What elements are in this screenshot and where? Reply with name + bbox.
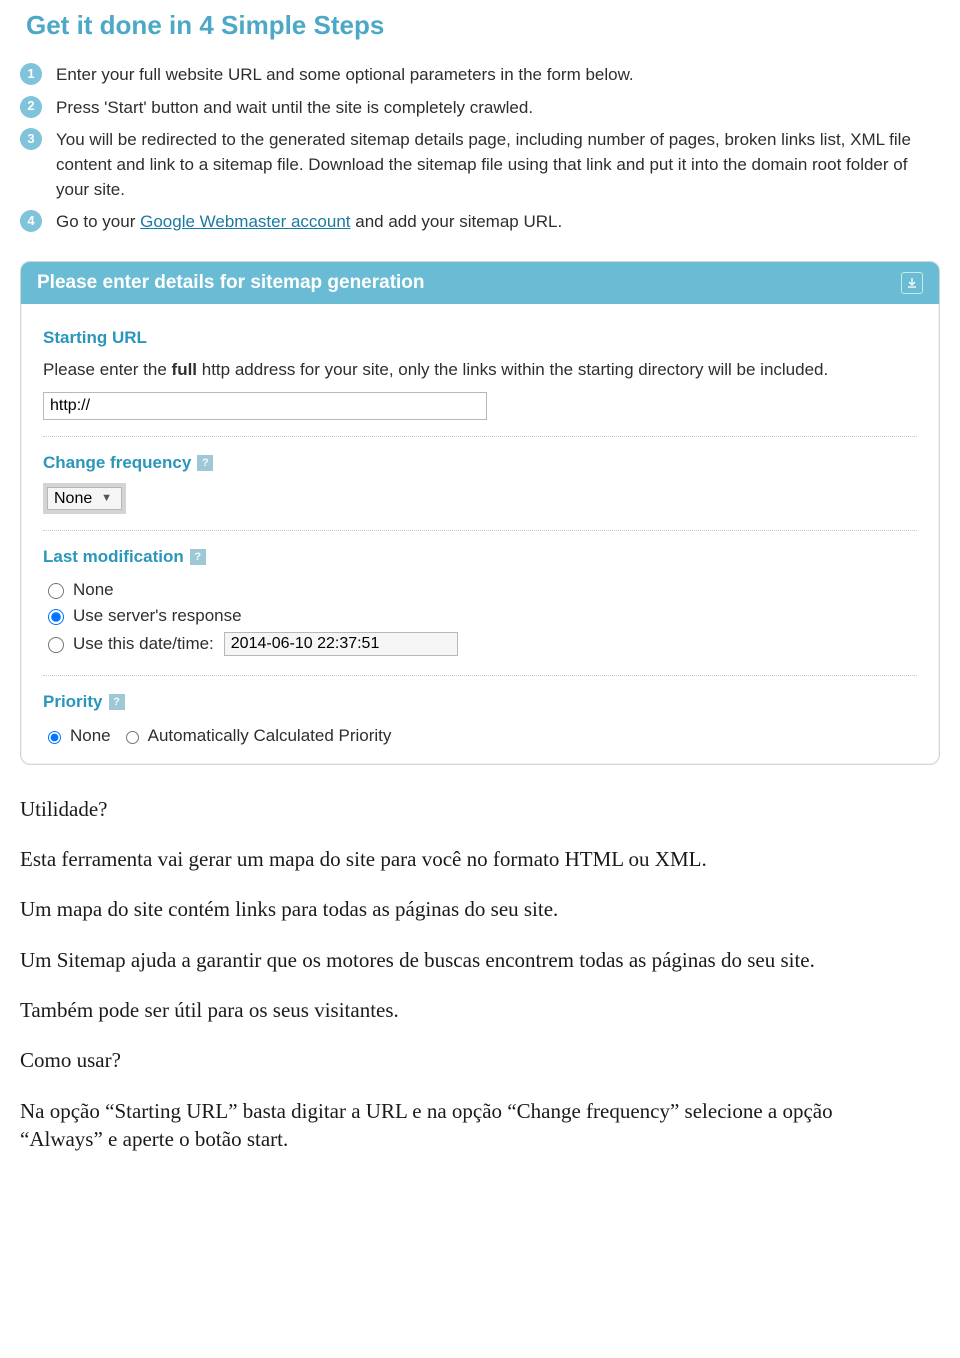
priority-radio-auto[interactable]	[126, 731, 139, 744]
lastmod-server-label: Use server's response	[73, 606, 242, 626]
lastmod-date-input[interactable]	[224, 632, 458, 656]
article-p7: Na opção “Starting URL” basta digitar a …	[20, 1097, 920, 1154]
article-body: Utilidade? Esta ferramenta vai gerar um …	[20, 795, 940, 1206]
starting-url-label: Starting URL	[43, 328, 917, 348]
lastmod-date-label: Use this date/time:	[73, 634, 214, 654]
starting-url-input[interactable]	[43, 392, 487, 420]
starting-url-label-text: Starting URL	[43, 328, 147, 348]
last-modification-label: Last modification ?	[43, 547, 917, 567]
step-number-4: 4	[20, 210, 42, 232]
step-4-prefix: Go to your	[56, 212, 140, 231]
priority-none-option[interactable]: None	[43, 726, 111, 746]
priority-label-text: Priority	[43, 692, 103, 712]
step-4-suffix: and add your sitemap URL.	[351, 212, 563, 231]
article-p5: Também pode ser útil para os seus visita…	[20, 996, 920, 1024]
article-p6: Como usar?	[20, 1046, 920, 1074]
priority-auto-label: Automatically Calculated Priority	[148, 726, 392, 746]
steps-list: 1 Enter your full website URL and some op…	[20, 59, 940, 239]
article-p2: Esta ferramenta vai gerar um mapa do sit…	[20, 845, 920, 873]
lastmod-radio-date[interactable]	[48, 637, 64, 653]
article-p4: Um Sitemap ajuda a garantir que os motor…	[20, 946, 920, 974]
change-frequency-select[interactable]: None	[47, 487, 122, 510]
priority-radio-none[interactable]	[48, 731, 61, 744]
lastmod-radio-none[interactable]	[48, 583, 64, 599]
divider	[43, 530, 917, 531]
help-icon[interactable]: ?	[190, 549, 206, 565]
priority-label: Priority ?	[43, 692, 917, 712]
sitemap-form-panel: Please enter details for sitemap generat…	[20, 261, 940, 765]
step-3: 3 You will be redirected to the generated…	[20, 124, 940, 206]
step-4: 4 Go to your Google Webmaster account an…	[20, 206, 940, 239]
help-icon[interactable]: ?	[197, 455, 213, 471]
lastmod-radio-server[interactable]	[48, 609, 64, 625]
step-1-text: Enter your full website URL and some opt…	[56, 65, 634, 84]
step-1: 1 Enter your full website URL and some op…	[20, 59, 940, 92]
panel-header: Please enter details for sitemap generat…	[21, 262, 939, 304]
panel-title: Please enter details for sitemap generat…	[37, 272, 425, 294]
step-number-1: 1	[20, 63, 42, 85]
starting-url-desc: Please enter the full http address for y…	[43, 358, 917, 382]
step-number-2: 2	[20, 96, 42, 118]
google-webmaster-link[interactable]: Google Webmaster account	[140, 212, 350, 231]
article-p1: Utilidade?	[20, 795, 920, 823]
step-2: 2 Press 'Start' button and wait until the…	[20, 92, 940, 125]
article-p3: Um mapa do site contém links para todas …	[20, 895, 920, 923]
change-frequency-label: Change frequency ?	[43, 453, 917, 473]
change-frequency-label-text: Change frequency	[43, 453, 191, 473]
divider	[43, 436, 917, 437]
step-number-3: 3	[20, 128, 42, 150]
step-3-text: You will be redirected to the generated …	[56, 130, 911, 198]
help-icon[interactable]: ?	[109, 694, 125, 710]
lastmod-none-label: None	[73, 580, 114, 600]
priority-none-label: None	[70, 726, 111, 746]
priority-auto-option[interactable]: Automatically Calculated Priority	[121, 726, 392, 746]
divider	[43, 675, 917, 676]
starting-url-desc-suffix: http address for your site, only the lin…	[197, 360, 828, 379]
step-2-text: Press 'Start' button and wait until the …	[56, 98, 533, 117]
download-icon[interactable]	[901, 272, 923, 294]
page-title: Get it done in 4 Simple Steps	[26, 10, 940, 41]
last-modification-label-text: Last modification	[43, 547, 184, 567]
starting-url-desc-prefix: Please enter the	[43, 360, 172, 379]
starting-url-desc-bold: full	[172, 360, 198, 379]
